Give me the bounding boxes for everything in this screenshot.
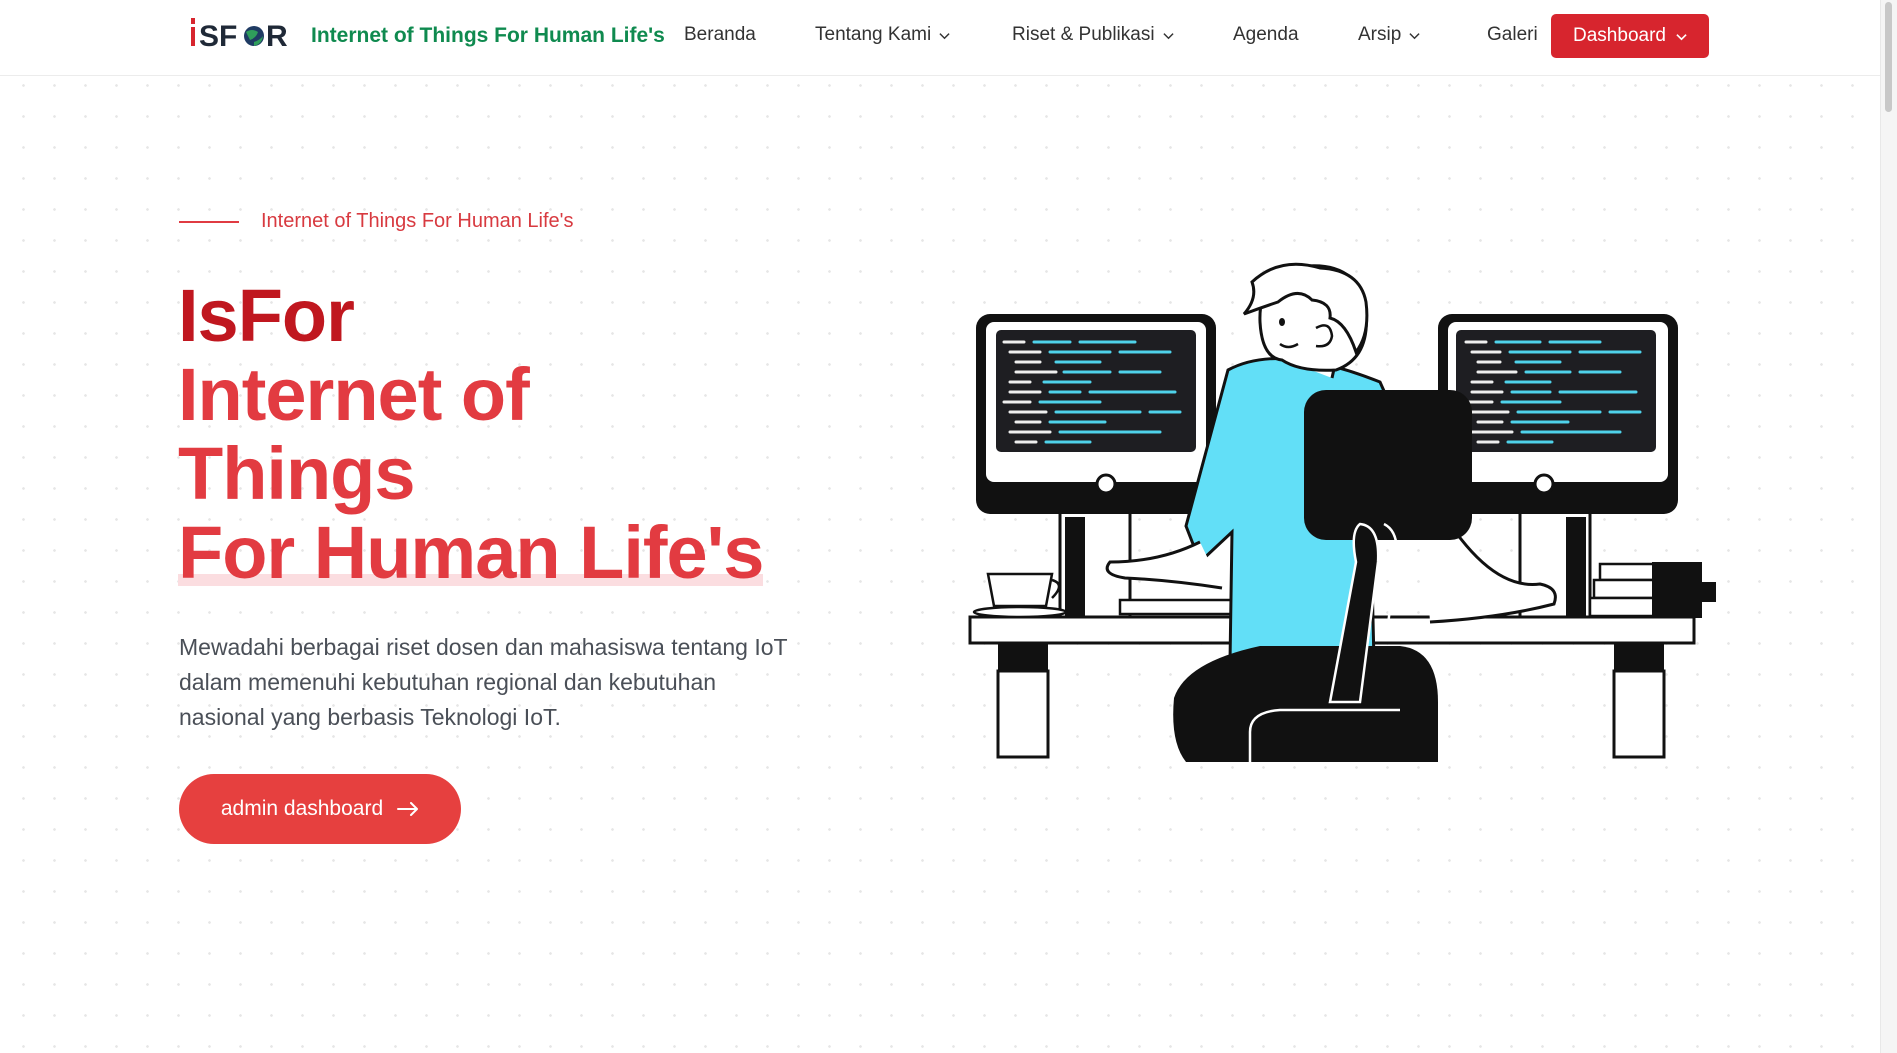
- nav-tentang-kami[interactable]: Tentang Kami: [815, 24, 950, 46]
- dashboard-button-label: Dashboard: [1573, 25, 1666, 46]
- nav-agenda[interactable]: Agenda: [1233, 24, 1299, 46]
- isfor-logo[interactable]: SF R: [188, 14, 296, 54]
- nav-label: Riset & Publikasi: [1012, 24, 1155, 45]
- top-navbar: SF R Internet of Things For Human Life's…: [0, 0, 1880, 76]
- nav-galeri[interactable]: Galeri: [1487, 24, 1538, 46]
- nav-label: Beranda: [684, 24, 756, 45]
- admin-dashboard-button[interactable]: admin dashboard: [179, 774, 461, 844]
- cta-label: admin dashboard: [220, 797, 384, 820]
- hero-eyebrow: Internet of Things For Human Life's: [179, 210, 574, 233]
- nav-arsip[interactable]: Arsip: [1358, 24, 1420, 46]
- page-scrollbar[interactable]: [1880, 0, 1897, 1053]
- svg-text:SF: SF: [199, 20, 237, 53]
- books: [1588, 562, 1716, 618]
- logo-mark: SF R: [191, 18, 288, 53]
- nav-label: Agenda: [1233, 24, 1299, 45]
- nav-label: Galeri: [1487, 24, 1538, 45]
- hero-title-line-2: Internet of: [178, 353, 530, 436]
- scrollbar-thumb[interactable]: [1885, 2, 1892, 112]
- nav-riset-publikasi[interactable]: Riset & Publikasi: [1012, 24, 1174, 46]
- nav-beranda[interactable]: Beranda: [684, 24, 756, 46]
- hero-title-line-3: Things: [178, 432, 416, 515]
- nav-label: Arsip: [1358, 24, 1402, 45]
- hero-title: IsFor Internet of Things For Human Life'…: [178, 274, 764, 594]
- coffee-cup: [972, 572, 1068, 619]
- developer-at-desk-illustration: [968, 262, 1716, 762]
- hero-title-line-4: For Human Life's: [178, 511, 764, 594]
- chevron-down-icon: [1409, 32, 1420, 39]
- hero-title-line-1: IsFor: [178, 274, 355, 357]
- chevron-down-icon: [1676, 33, 1687, 40]
- nav-label: Tentang Kami: [815, 24, 932, 45]
- brand-title[interactable]: Internet of Things For Human Life's: [311, 24, 665, 48]
- chevron-down-icon: [1162, 32, 1174, 39]
- chevron-down-icon: [939, 32, 950, 39]
- arrow-right-icon: [397, 802, 419, 816]
- eyebrow-text: Internet of Things For Human Life's: [261, 210, 574, 232]
- eyebrow-divider: [179, 220, 239, 223]
- svg-text:R: R: [266, 20, 288, 53]
- hero-description: Mewadahi berbagai riset dosen dan mahasi…: [179, 634, 788, 730]
- dashboard-dropdown-button[interactable]: Dashboard: [1551, 14, 1709, 58]
